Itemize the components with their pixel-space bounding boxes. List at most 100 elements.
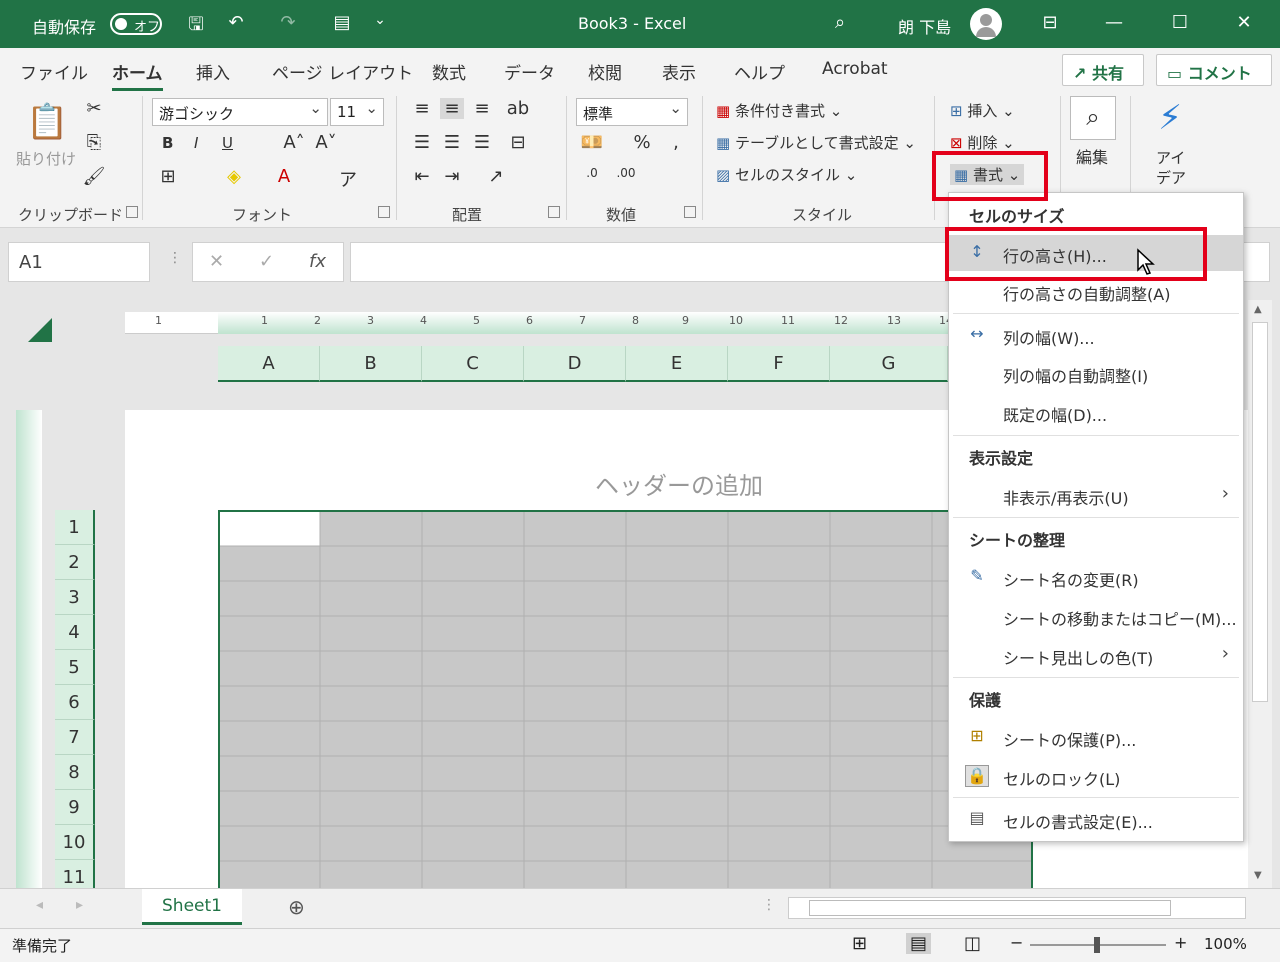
search-icon[interactable]: ⌕	[1070, 96, 1116, 140]
indent-increase-icon[interactable]: ⇥	[440, 166, 464, 187]
avatar[interactable]	[970, 8, 1002, 40]
select-all-icon[interactable]	[28, 318, 52, 342]
conditional-format-button[interactable]: ▦ 条件付き書式 ⌄	[716, 100, 842, 121]
protect-sheet-item[interactable]: ⊞ シートの保護(P)...	[949, 719, 1243, 755]
tab-page-layout[interactable]: ページ レイアウト	[272, 59, 413, 84]
italic-button[interactable]: I	[194, 134, 198, 152]
alignment-launcher-icon[interactable]	[548, 206, 560, 218]
enter-icon[interactable]: ✓	[259, 251, 274, 272]
scroll-thumb[interactable]	[1252, 322, 1268, 702]
hide-unhide-item[interactable]: 非表示/再表示(U) ›	[949, 477, 1243, 513]
row-header[interactable]: 11	[55, 860, 95, 888]
tab-file[interactable]: ファイル	[20, 59, 88, 84]
cut-icon[interactable]: ✂	[82, 98, 106, 119]
undo-icon[interactable]: ↶	[222, 12, 250, 33]
paste-icon[interactable]: 📋	[26, 102, 68, 142]
next-sheet-icon[interactable]: ▸	[76, 897, 83, 913]
row-header[interactable]: 2	[55, 545, 95, 580]
indent-decrease-icon[interactable]: ⇤	[410, 166, 434, 187]
fill-color-icon[interactable]: ◈	[222, 166, 246, 187]
ideas-icon[interactable]: ⚡	[1150, 98, 1190, 138]
rename-sheet-item[interactable]: ✎ シート名の変更(R)	[949, 559, 1243, 595]
page-break-view-icon[interactable]: ◫	[964, 933, 981, 954]
clipboard-launcher-icon[interactable]	[126, 206, 138, 218]
tab-formulas[interactable]: 数式	[432, 59, 466, 84]
paste-label[interactable]: 貼り付け	[16, 148, 76, 169]
align-left-icon[interactable]: ☰	[410, 132, 434, 153]
accounting-icon[interactable]: 💴	[580, 132, 604, 153]
cell-grid[interactable]	[218, 510, 1033, 888]
row-header[interactable]: 7	[55, 720, 95, 755]
search-icon[interactable]: ⌕	[826, 12, 854, 33]
insert-function-icon[interactable]: fx	[309, 251, 326, 272]
column-header[interactable]: D	[524, 346, 626, 382]
column-width-item[interactable]: ↔ 列の幅(W)...	[949, 317, 1243, 353]
tab-view[interactable]: 表示	[662, 59, 696, 84]
zoom-in-icon[interactable]: +	[1174, 933, 1187, 952]
scroll-up-icon[interactable]: ▲	[1254, 304, 1262, 315]
scroll-thumb[interactable]	[809, 900, 1171, 916]
tab-home[interactable]: ホーム	[112, 59, 163, 91]
zoom-level[interactable]: 100%	[1204, 935, 1247, 953]
tab-data[interactable]: データ	[504, 59, 555, 84]
orientation-icon[interactable]: ↗	[484, 166, 508, 187]
ribbon-display-icon[interactable]: ⊟	[1036, 12, 1064, 33]
default-width-item[interactable]: 既定の幅(D)...	[949, 394, 1243, 430]
header-placeholder[interactable]: ヘッダーの追加	[595, 466, 763, 501]
lock-cell-item[interactable]: 🔒 セルのロック(L)	[949, 758, 1243, 794]
tab-color-item[interactable]: シート見出しの色(T) ›	[949, 637, 1243, 673]
autofit-column-item[interactable]: 列の幅の自動調整(I)	[949, 355, 1243, 391]
number-format-select[interactable]: 標準	[576, 98, 688, 126]
close-icon[interactable]: ✕	[1230, 12, 1258, 33]
scroll-down-icon[interactable]: ▼	[1254, 870, 1262, 881]
name-box[interactable]: A1	[8, 242, 150, 282]
row-header[interactable]: 6	[55, 685, 95, 720]
decrease-decimal-icon[interactable]: .00	[614, 166, 638, 180]
row-header[interactable]: 10	[55, 825, 95, 860]
minimize-icon[interactable]: —	[1100, 12, 1128, 33]
align-middle-icon[interactable]: ≡	[440, 98, 464, 119]
phonetic-icon[interactable]: ア	[336, 166, 360, 192]
row-header[interactable]: 9	[55, 790, 95, 825]
wrap-text-icon[interactable]: ab	[506, 98, 530, 119]
comments-button[interactable]: ▭ コメント	[1156, 54, 1272, 86]
form-icon[interactable]: ▤	[328, 12, 356, 33]
share-button[interactable]: ↗ 共有	[1062, 54, 1144, 86]
row-header[interactable]: 1	[55, 510, 95, 545]
row-header[interactable]: 3	[55, 580, 95, 615]
font-name-select[interactable]: 游ゴシック	[152, 98, 328, 126]
tab-acrobat[interactable]: Acrobat	[822, 59, 888, 79]
percent-icon[interactable]: %	[630, 132, 654, 153]
vertical-scrollbar[interactable]: ▲ ▼	[1248, 300, 1272, 888]
table-format-button[interactable]: ▦ テーブルとして書式設定 ⌄	[716, 132, 916, 153]
row-header[interactable]: 5	[55, 650, 95, 685]
autosave-toggle[interactable]: オフ	[110, 13, 162, 35]
font-launcher-icon[interactable]	[378, 206, 390, 218]
add-sheet-icon[interactable]: ⊕	[288, 895, 305, 919]
font-color-icon[interactable]: A	[272, 166, 296, 187]
column-header[interactable]: G	[830, 346, 948, 382]
editing-label[interactable]: 編集	[1076, 144, 1108, 168]
redo-icon[interactable]: ↷	[274, 12, 302, 33]
sheet-tab[interactable]: Sheet1	[142, 889, 242, 925]
increase-decimal-icon[interactable]: .0	[580, 166, 604, 180]
underline-button[interactable]: U	[222, 134, 233, 152]
zoom-out-icon[interactable]: −	[1010, 933, 1023, 952]
prev-sheet-icon[interactable]: ◂	[36, 897, 43, 913]
customize-qat-icon[interactable]: ⌄	[366, 12, 394, 28]
borders-icon[interactable]: ⊞	[156, 166, 180, 187]
tab-insert[interactable]: 挿入	[196, 59, 230, 84]
tab-review[interactable]: 校閲	[588, 59, 622, 84]
decrease-font-icon[interactable]: A˅	[314, 132, 338, 153]
save-icon[interactable]: 🖫	[182, 12, 210, 42]
merge-icon[interactable]: ⊟	[506, 132, 530, 153]
column-header[interactable]: F	[728, 346, 830, 382]
format-painter-icon[interactable]: 🖌	[82, 166, 106, 187]
horizontal-scrollbar[interactable]	[788, 897, 1246, 919]
align-top-icon[interactable]: ≡	[410, 98, 434, 119]
row-header[interactable]: 4	[55, 615, 95, 650]
increase-font-icon[interactable]: A˄	[282, 132, 306, 153]
tab-help[interactable]: ヘルプ	[734, 59, 785, 84]
ideas-label[interactable]: アイ デア	[1156, 148, 1186, 188]
cancel-icon[interactable]: ✕	[209, 251, 224, 272]
